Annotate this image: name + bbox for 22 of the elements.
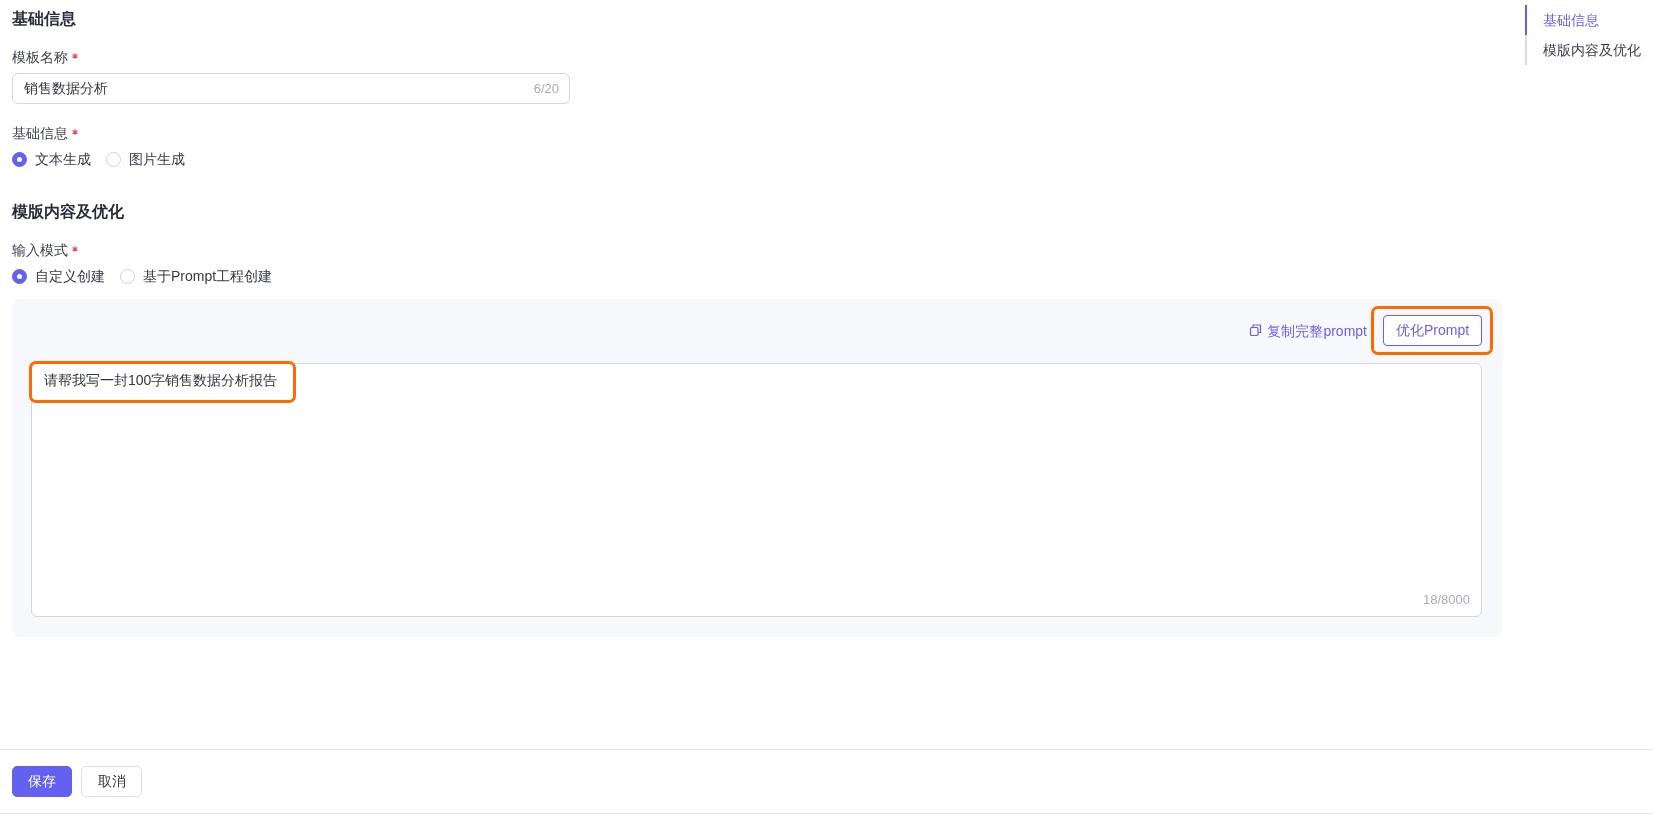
- radio-option[interactable]: 图片生成: [106, 148, 185, 170]
- radio-option[interactable]: 自定义创建: [12, 265, 105, 287]
- anchor-link[interactable]: 基础信息: [1525, 5, 1641, 35]
- name-input[interactable]: 销售数据分析 6/20: [12, 73, 570, 104]
- field-label: 模板名称: [12, 48, 68, 67]
- section-title: 模版内容及优化: [12, 202, 124, 222]
- char-counter: 18/8000: [1423, 591, 1470, 609]
- optimize-prompt-button[interactable]: 优化Prompt: [1383, 315, 1482, 346]
- radio-option[interactable]: 基于Prompt工程创建: [120, 265, 273, 287]
- field-label: 输入模式: [12, 241, 68, 260]
- copy-icon: [1249, 324, 1263, 337]
- anchor-link[interactable]: 模版内容及优化: [1525, 35, 1641, 65]
- save-button[interactable]: 保存: [12, 766, 72, 797]
- char-counter: 6/20: [533, 81, 559, 96]
- radio-option[interactable]: 文本生成: [12, 148, 91, 170]
- copy-link[interactable]: 复制完整prompt: [1249, 320, 1367, 341]
- prompt-textarea[interactable]: 请帮我写一封100字销售数据分析报告 18/8000: [31, 363, 1482, 617]
- cancel-button[interactable]: 取消: [81, 766, 142, 797]
- section-title: 基础信息: [12, 9, 76, 29]
- radio-button[interactable]: [12, 151, 27, 167]
- field-label: 基础信息: [12, 124, 68, 143]
- radio-button[interactable]: [12, 268, 27, 284]
